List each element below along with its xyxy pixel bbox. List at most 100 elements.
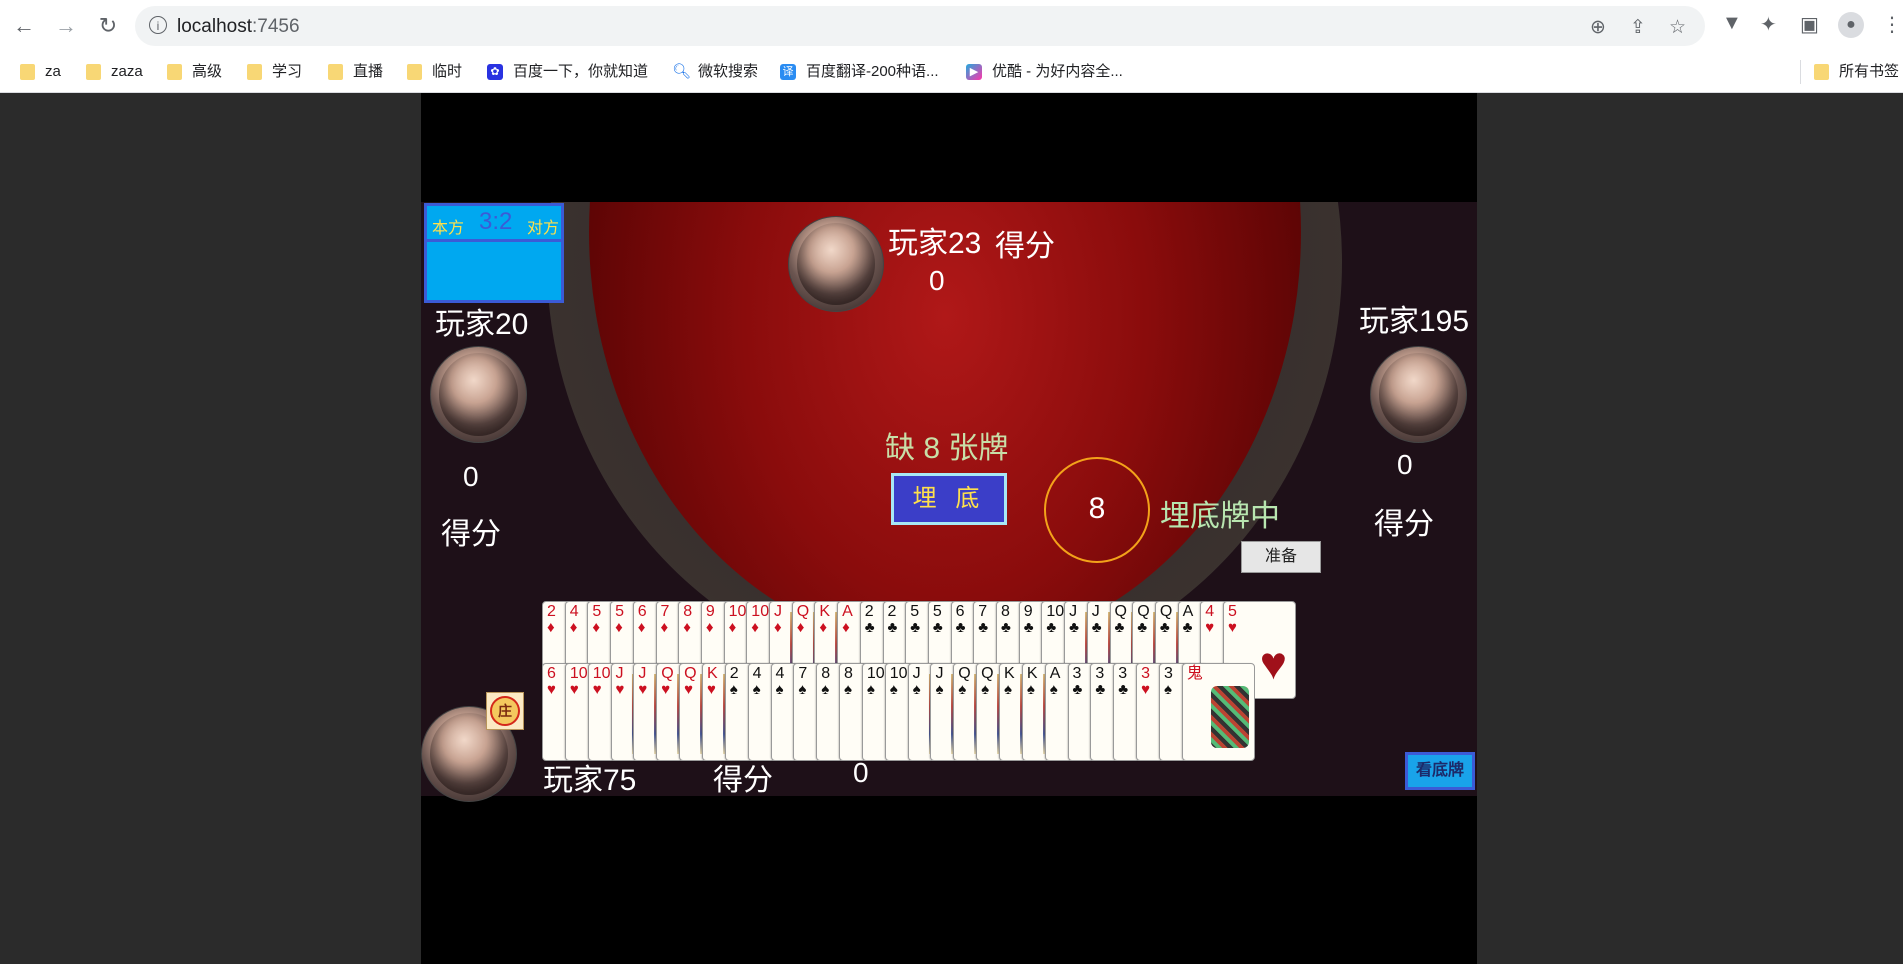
bookmark-label: zaza — [111, 63, 143, 80]
avatar-top-player[interactable] — [788, 216, 884, 312]
baidu-paw-icon: ✿ — [487, 64, 503, 81]
card-suit: ♥ — [661, 681, 671, 698]
info-icon[interactable]: i — [149, 16, 167, 34]
card-suit: ♣ — [1118, 681, 1129, 698]
card-suit: ♠ — [844, 681, 853, 698]
card-suit: ♣ — [887, 619, 898, 636]
card-suit: ♣ — [1046, 619, 1057, 636]
team-score: 3:2 — [479, 208, 513, 235]
card-suit: ♣ — [1091, 619, 1102, 636]
score-panel: 本方 3:2 对方 — [424, 203, 564, 303]
card-suit: ♠ — [798, 681, 807, 698]
card-suit: ♦ — [819, 619, 828, 636]
vue-extension-icon[interactable]: ▼ — [1722, 12, 1742, 35]
card-suit: ♣ — [1159, 619, 1170, 636]
bookmark-baidu-translate[interactable]: 译百度翻译-200种语... — [780, 61, 939, 83]
card-suit: ♣ — [955, 619, 966, 636]
card-suit: ♠ — [775, 681, 784, 698]
bottom-player-name: 玩家75 — [543, 764, 637, 797]
ready-button[interactable]: 准备 — [1241, 541, 1321, 573]
puzzle-icon[interactable]: ✦ — [1760, 12, 1777, 37]
their-team-label: 对方 — [527, 220, 560, 237]
zoom-icon[interactable]: ⊕ — [1590, 16, 1606, 39]
forward-arrow-icon[interactable]: → — [52, 12, 80, 40]
browser-toolbar: ← → ↻ i localhost:7456 ⊕ ⇪ ☆ ▼ ✦ ▣ ● ⋮ — [0, 0, 1903, 52]
bookmark-label: 高级 — [192, 63, 223, 80]
card-suit: ♦ — [774, 619, 782, 636]
address-bar[interactable]: i localhost:7456 ⊕ ⇪ ☆ — [135, 6, 1705, 46]
playing-card[interactable]: 鬼 — [1181, 663, 1255, 761]
folder-icon — [328, 64, 343, 81]
side-panel-icon[interactable]: ▣ — [1800, 12, 1819, 37]
youku-icon: ▶ — [966, 64, 982, 81]
folder-icon — [20, 64, 35, 81]
avatar-right-player[interactable] — [1370, 346, 1467, 443]
bookmark-folder-study[interactable]: 学习 — [247, 61, 302, 83]
bookmark-folder-temp[interactable]: 临时 — [407, 61, 462, 83]
card-suit: ♠ — [935, 681, 944, 698]
card-suit: ♦ — [660, 619, 669, 636]
bury-cards-button[interactable]: 埋 底 — [891, 473, 1007, 525]
right-player-score-label: 得分 — [1374, 508, 1434, 541]
card-suit: ♠ — [889, 681, 898, 698]
folder-icon — [167, 64, 182, 81]
translate-icon: 译 — [780, 64, 796, 81]
our-team-label: 本方 — [432, 220, 465, 237]
bookmark-label: za — [45, 63, 61, 80]
bookmark-bing-search[interactable]: 🔍︎ 微软搜索 — [672, 61, 758, 83]
kebab-menu-icon[interactable]: ⋮ — [1882, 12, 1902, 37]
bookmark-baidu[interactable]: ✿ 百度一下，你就知道 — [487, 61, 648, 83]
view-bottom-cards-button[interactable]: 看底牌 — [1405, 752, 1475, 790]
bookmark-label: 学习 — [272, 63, 303, 80]
profile-icon[interactable]: ● — [1838, 12, 1864, 38]
share-icon[interactable]: ⇪ — [1630, 16, 1646, 39]
card-suit: ♠ — [729, 681, 738, 698]
bookmark-label: 百度翻译-200种语... — [806, 63, 939, 80]
card-suit: ♠ — [958, 681, 967, 698]
card-suit: ♥ — [684, 681, 693, 698]
card-suit: ♦ — [842, 619, 850, 636]
countdown-timer: 8 — [1044, 457, 1150, 563]
dealer-badge-label: 庄 — [490, 696, 520, 726]
score-header: 本方 3:2 对方 — [427, 206, 561, 242]
card-suit: ♠ — [752, 681, 761, 698]
bookmark-folder-za[interactable]: za — [20, 61, 61, 83]
top-player-score-label: 得分 — [995, 230, 1055, 263]
card-suit: ♥ — [1205, 619, 1215, 636]
card-suit: ♠ — [1004, 681, 1012, 698]
bookmark-label: 临时 — [432, 63, 463, 80]
card-suit: ♣ — [1095, 681, 1106, 698]
left-player-name: 玩家20 — [435, 308, 529, 341]
bookmark-label: 微软搜索 — [698, 63, 759, 80]
card-suit: ♠ — [1049, 681, 1058, 698]
all-bookmarks[interactable]: 所有书签 — [1814, 61, 1899, 83]
card-suit: ♠ — [912, 681, 921, 698]
bookmark-youku[interactable]: ▶ 优酷 - 为好内容全... — [966, 61, 1123, 83]
back-arrow-icon[interactable]: ← — [10, 12, 38, 40]
game-canvas[interactable]: 本方 3:2 对方 玩家23 得分 0 玩家20 0 得分 玩家195 0 得分… — [421, 93, 1477, 964]
card-suit: ♦ — [751, 619, 759, 636]
joker-figure — [1210, 686, 1249, 748]
bookmarks-separator — [1800, 60, 1801, 84]
page-viewport: 本方 3:2 对方 玩家23 得分 0 玩家20 0 得分 玩家195 0 得分… — [0, 93, 1903, 964]
top-player-score: 0 — [929, 265, 945, 296]
card-suit: ♥ — [569, 681, 579, 698]
card-suit: ♦ — [592, 619, 601, 636]
card-suit: ♦ — [547, 619, 555, 636]
star-icon[interactable]: ☆ — [1669, 16, 1686, 39]
bookmark-folder-advanced[interactable]: 高级 — [167, 61, 222, 83]
reload-icon[interactable]: ↻ — [94, 12, 122, 40]
url-text: localhost:7456 — [177, 16, 300, 38]
avatar-left-player[interactable] — [430, 346, 527, 443]
bookmark-folder-zaza[interactable]: zaza — [86, 61, 143, 83]
card-suit: ♦ — [796, 619, 805, 636]
card-suit: ♦ — [637, 619, 646, 636]
bookmark-label: 直播 — [353, 63, 384, 80]
card-suit: ♣ — [1072, 681, 1083, 698]
card-suit: ♣ — [864, 619, 875, 636]
card-suit: ♠ — [866, 681, 875, 698]
card-suit: ♦ — [705, 619, 714, 636]
bookmark-folder-live[interactable]: 直播 — [328, 61, 383, 83]
folder-icon — [247, 64, 262, 81]
card-suit: ♣ — [1114, 619, 1125, 636]
